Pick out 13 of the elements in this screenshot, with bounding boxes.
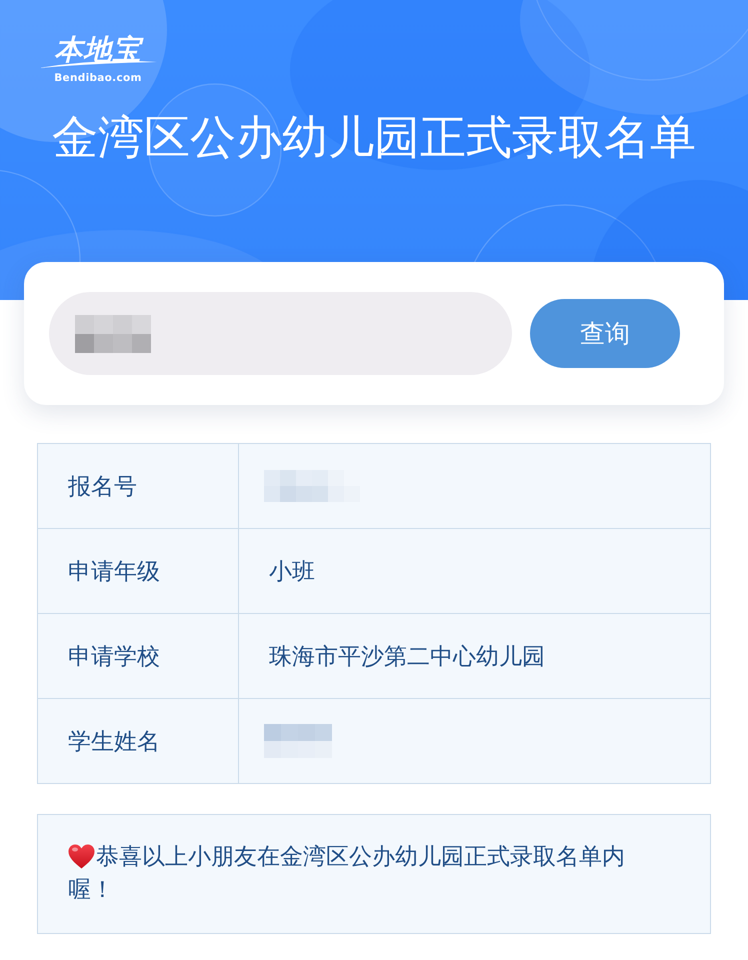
search-button[interactable]: 查询 xyxy=(530,299,680,368)
logo-wordmark: 本地宝 xyxy=(54,34,142,66)
row-label: 申请年级 xyxy=(38,529,239,613)
heart-icon xyxy=(68,844,95,869)
page-title: 金湾区公办幼儿园正式录取名单 xyxy=(51,109,697,165)
row-label: 申请学校 xyxy=(38,614,239,698)
row-label: 报名号 xyxy=(38,444,239,528)
row-label: 学生姓名 xyxy=(38,699,239,783)
table-cell-text: 珠海市平沙第二中心幼儿园 xyxy=(268,642,546,672)
logo-domain: Bendibao.com xyxy=(54,72,142,85)
pixelated-value-drawing xyxy=(264,724,332,758)
notice-message: 恭喜以上小朋友在金湾区公办幼儿园正式录取名单内喔！ xyxy=(37,814,711,934)
table-cell-text: 小班 xyxy=(268,558,316,586)
